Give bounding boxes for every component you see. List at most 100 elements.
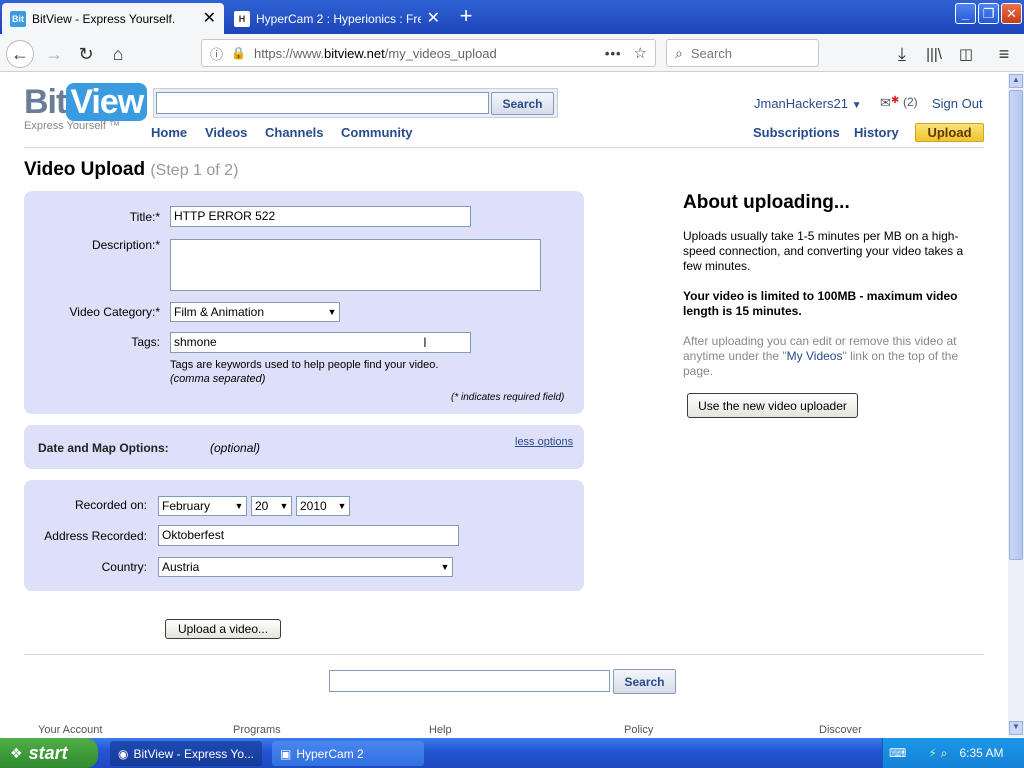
back-icon[interactable]: ← bbox=[6, 40, 34, 68]
footer-link-help[interactable]: Help bbox=[429, 724, 452, 736]
footer-search-input[interactable] bbox=[329, 670, 610, 692]
close-window-icon[interactable]: ✕ bbox=[1001, 3, 1022, 24]
dropdown-arrow-icon: ▼ bbox=[440, 562, 450, 572]
header-divider bbox=[24, 147, 984, 148]
bitview-logo[interactable]: Bit View Express Yourself ™ bbox=[24, 83, 148, 132]
less-options-link[interactable]: less options bbox=[515, 436, 573, 448]
bookmark-star-icon[interactable]: ☆ bbox=[634, 44, 647, 62]
address-input[interactable]: Oktoberfest bbox=[158, 525, 459, 546]
step-indicator: (Step 1 of 2) bbox=[150, 162, 239, 179]
country-select[interactable]: Austria ▼ bbox=[158, 557, 453, 577]
username-link[interactable]: JmanHackers21 ▼ bbox=[754, 96, 861, 111]
dropdown-arrow-icon: ▼ bbox=[234, 501, 244, 511]
nav-community[interactable]: Community bbox=[341, 125, 413, 140]
page-actions-icon[interactable]: ••• bbox=[605, 46, 622, 61]
library-icon[interactable]: |||\ bbox=[920, 40, 948, 68]
network-icon[interactable]: ⚡ bbox=[928, 746, 936, 760]
info-icon[interactable]: ⓘ bbox=[210, 44, 223, 63]
header-search-input[interactable] bbox=[156, 92, 489, 114]
scroll-down-icon[interactable]: ▼ bbox=[1009, 721, 1023, 735]
logo-view: View bbox=[66, 83, 148, 121]
url-path: /my_videos_upload bbox=[384, 45, 497, 61]
about-heading: About uploading... bbox=[683, 192, 850, 213]
minimize-icon[interactable]: _ bbox=[955, 3, 976, 24]
text-cursor-icon: I bbox=[423, 334, 427, 350]
header-search-button[interactable]: Search bbox=[491, 92, 554, 115]
category-label: Video Category:* bbox=[69, 305, 160, 319]
menu-icon[interactable]: ≡ bbox=[990, 40, 1018, 68]
start-label: start bbox=[28, 742, 68, 763]
footer-link-discover[interactable]: Discover bbox=[819, 724, 862, 736]
tags-label: Tags: bbox=[131, 335, 160, 349]
firefox-icon: ◉ bbox=[118, 746, 129, 761]
url-prefix: https://www. bbox=[253, 45, 325, 61]
mail-icon[interactable]: ✉✱ bbox=[880, 95, 899, 111]
message-count[interactable]: (2) bbox=[903, 95, 918, 109]
search-icon: ⌕ bbox=[675, 44, 683, 61]
footer-search-button[interactable]: Search bbox=[613, 669, 676, 694]
close-tab-icon[interactable]: ✕ bbox=[427, 10, 440, 27]
footer-link-policy[interactable]: Policy bbox=[624, 724, 653, 736]
lock-icon: 🔒 bbox=[231, 46, 246, 60]
date-map-options-panel: Date and Map Options: (optional) less op… bbox=[24, 425, 584, 469]
upload-heading: Video Upload bbox=[24, 159, 146, 180]
history-link[interactable]: History bbox=[854, 125, 899, 140]
nav-channels[interactable]: Channels bbox=[265, 125, 324, 140]
date-map-label: Date and Map Options: bbox=[38, 441, 169, 455]
downloads-icon[interactable]: ⤓ bbox=[888, 40, 916, 68]
year-select[interactable]: 2010 ▼ bbox=[296, 496, 350, 516]
system-tray: ⌨ ⚡ ⌕ 6:35 AM bbox=[882, 738, 1024, 768]
url-bar[interactable]: ⓘ 🔒 https://www. bitview.net/my_videos_up… bbox=[201, 39, 656, 67]
upload-button[interactable]: Upload bbox=[915, 123, 984, 142]
scrollbar-thumb[interactable] bbox=[1009, 90, 1023, 560]
page-content: Bit View Express Yourself ™ Search Home V… bbox=[0, 73, 1008, 737]
tab-title: HyperCam 2 : Hyperionics : Free D bbox=[256, 11, 421, 26]
my-videos-link[interactable]: My Videos bbox=[787, 349, 843, 363]
upload-video-button[interactable]: Upload a video... bbox=[165, 619, 281, 639]
footer-link-programs[interactable]: Programs bbox=[233, 724, 281, 736]
nav-videos[interactable]: Videos bbox=[205, 125, 247, 140]
reload-icon[interactable]: ↻ bbox=[72, 40, 100, 68]
day-select[interactable]: 20 ▼ bbox=[251, 496, 292, 516]
taskbar-item-bitview[interactable]: ◉ BitView - Express Yo... bbox=[110, 741, 262, 766]
category-value: Film & Animation bbox=[174, 305, 265, 319]
keyboard-icon[interactable]: ⌨ bbox=[889, 746, 906, 760]
nav-home[interactable]: Home bbox=[151, 125, 187, 140]
tags-help-comma: (comma separated) bbox=[170, 373, 266, 385]
footer-link-account[interactable]: Your Account bbox=[38, 724, 102, 736]
country-value: Austria bbox=[162, 560, 200, 574]
optional-label: (optional) bbox=[210, 441, 261, 455]
scroll-up-icon[interactable]: ▲ bbox=[1009, 74, 1023, 88]
day-value: 20 bbox=[255, 499, 269, 513]
bitview-favicon-icon: Bit bbox=[10, 10, 26, 27]
category-select[interactable]: Film & Animation ▼ bbox=[170, 302, 340, 322]
tab-bitview[interactable]: Bit BitView - Express Yourself. ✕ bbox=[2, 3, 224, 34]
forward-icon[interactable]: → bbox=[40, 40, 68, 68]
windows-taskbar: ❖ start ◉ BitView - Express Yo... ▣ HyperCa… bbox=[0, 738, 1024, 768]
sign-out-link[interactable]: Sign Out bbox=[932, 96, 983, 111]
title-input[interactable]: HTTP ERROR 522 bbox=[170, 206, 471, 227]
description-label: Description:* bbox=[91, 238, 160, 252]
tab-hypercam[interactable]: H HyperCam 2 : Hyperionics : Free D ✕ bbox=[226, 3, 448, 34]
month-select[interactable]: February ▼ bbox=[158, 496, 247, 516]
restore-icon[interactable]: ❐ bbox=[978, 3, 999, 24]
windows-logo-icon: ❖ bbox=[10, 744, 23, 761]
sidebar-icon[interactable]: ◫ bbox=[952, 40, 980, 68]
description-textarea[interactable] bbox=[170, 239, 541, 291]
new-tab-icon[interactable]: + bbox=[454, 5, 478, 29]
home-icon[interactable]: ⌂ bbox=[104, 40, 132, 68]
logo-bit: Bit bbox=[24, 83, 67, 121]
subscriptions-link[interactable]: Subscriptions bbox=[753, 125, 840, 140]
chevron-down-icon: ▼ bbox=[851, 100, 862, 111]
search-tray-icon[interactable]: ⌕ bbox=[941, 746, 948, 761]
start-button[interactable]: ❖ start bbox=[0, 738, 98, 768]
browser-search-bar[interactable]: ⌕ Search bbox=[666, 39, 819, 67]
new-uploader-button[interactable]: Use the new video uploader bbox=[687, 393, 858, 418]
recording-details-panel: Recorded on: February ▼ 20 ▼ 2010 ▼ Address… bbox=[24, 480, 584, 591]
page-title: Video Upload (Step 1 of 2) bbox=[24, 159, 238, 181]
taskbar-item-hypercam[interactable]: ▣ HyperCam 2 bbox=[272, 741, 424, 766]
close-tab-icon[interactable]: ✕ bbox=[203, 10, 216, 27]
video-details-panel: Title:* HTTP ERROR 522 Description:* Vid… bbox=[24, 191, 584, 414]
clock: 6:35 AM bbox=[959, 746, 1004, 760]
about-para-3: After uploading you can edit or remove t… bbox=[683, 334, 978, 379]
